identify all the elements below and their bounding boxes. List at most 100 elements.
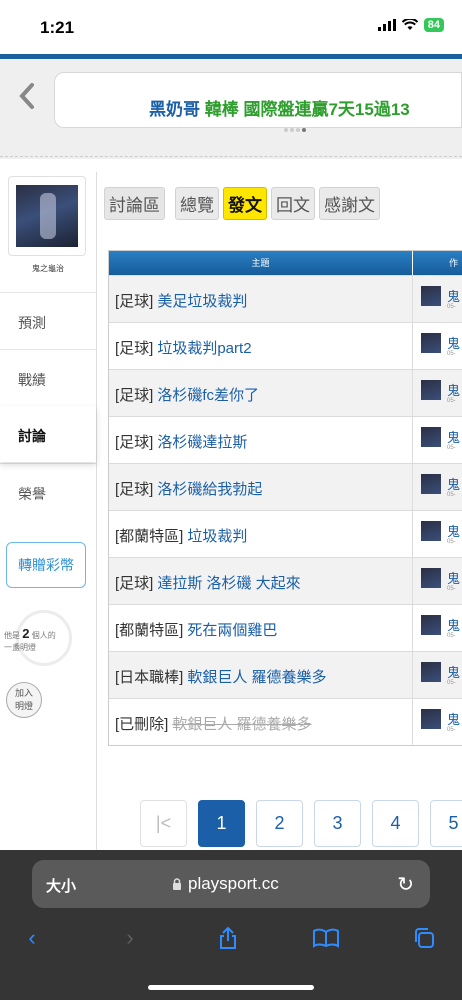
post-subject[interactable]: [足球] 洛杉磯fc差你了 xyxy=(109,370,413,416)
tab-overview[interactable]: 總覽 xyxy=(175,186,219,220)
author-name[interactable]: 鬼 xyxy=(447,474,460,493)
post-author[interactable]: 鬼 05- xyxy=(413,652,462,698)
author-name[interactable]: 鬼 xyxy=(447,521,460,540)
post-title-link[interactable]: 美足垃圾裁判 xyxy=(157,293,247,310)
author-avatar xyxy=(421,568,441,588)
tab-posts[interactable]: 發文 xyxy=(223,186,267,220)
post-title-link[interactable]: 垃圾裁判part2 xyxy=(157,340,251,357)
back-nav-icon[interactable]: ‹ xyxy=(14,920,50,956)
author-name[interactable]: 鬼 xyxy=(447,427,460,446)
post-title-link[interactable]: 洛杉磯達拉斯 xyxy=(157,434,247,451)
avatar[interactable] xyxy=(8,176,86,256)
author-avatar xyxy=(421,709,441,729)
post-author[interactable]: 鬼 05- xyxy=(413,370,462,416)
post-title-link[interactable]: 垃圾裁判 xyxy=(187,528,247,545)
post-subject[interactable]: [足球] 美足垃圾裁判 xyxy=(109,276,413,322)
share-icon[interactable] xyxy=(210,920,246,956)
page-1-button[interactable]: 1 xyxy=(198,800,245,847)
header-author: 作 xyxy=(449,258,459,268)
post-author[interactable]: 鬼 05- xyxy=(413,464,462,510)
table-row[interactable]: [已刪除] 軟銀巨人 羅德養樂多鬼 05- xyxy=(109,698,462,745)
post-title-link[interactable]: 達拉斯 洛杉磯 大起來 xyxy=(157,575,300,592)
header-subject: 主題 xyxy=(109,251,413,275)
first-page-button[interactable]: |< xyxy=(140,800,187,847)
post-date: 05- xyxy=(447,351,456,357)
post-author[interactable]: 鬼 05- xyxy=(413,276,462,322)
sidebar-item-predict[interactable]: 預測 xyxy=(0,292,96,348)
post-author[interactable]: 鬼 05- xyxy=(413,417,462,463)
url-display[interactable]: playsport.cc xyxy=(172,874,279,894)
post-category: [都蘭特區] xyxy=(115,528,184,545)
post-subject[interactable]: [足球] 垃圾裁判part2 xyxy=(109,323,413,369)
page-2-button[interactable]: 2 xyxy=(256,800,303,847)
post-subject[interactable]: [足球] 達拉斯 洛杉磯 大起來 xyxy=(109,558,413,604)
table-row[interactable]: [足球] 洛杉磯給我勃起鬼 05- xyxy=(109,463,462,510)
bookmarks-icon[interactable] xyxy=(308,920,344,956)
post-title-link[interactable]: 軟銀巨人 羅德養樂多 xyxy=(187,669,326,686)
post-date: 05- xyxy=(447,727,456,733)
author-name[interactable]: 鬼 xyxy=(447,333,460,352)
post-author[interactable]: 鬼 05- xyxy=(413,323,462,369)
author-name[interactable]: 鬼 xyxy=(447,709,460,728)
join-bulb-button[interactable]: 加入 明燈 xyxy=(6,682,42,718)
post-author[interactable]: 鬼 05- xyxy=(413,699,462,745)
post-date: 05- xyxy=(447,633,456,639)
gift-coins-button[interactable]: 轉贈彩幣 xyxy=(6,542,86,588)
tab-forum[interactable]: 討論區 xyxy=(104,186,165,220)
carousel-dots xyxy=(284,128,306,132)
author-avatar xyxy=(421,286,441,306)
post-subject[interactable]: [都蘭特區] 垃圾裁判 xyxy=(109,511,413,557)
post-title-link[interactable]: 死在兩個雞巴 xyxy=(187,622,277,639)
table-row[interactable]: [足球] 洛杉磯fc差你了鬼 05- xyxy=(109,369,462,416)
author-name[interactable]: 鬼 xyxy=(447,568,460,587)
headline-record: 韓棒 國際盤連贏7天15過13 xyxy=(204,100,410,119)
author-name[interactable]: 鬼 xyxy=(447,662,460,681)
table-row[interactable]: [都蘭特區] 垃圾裁判鬼 05- xyxy=(109,510,462,557)
author-name[interactable]: 鬼 xyxy=(447,615,460,634)
sidebar-item-honor[interactable]: 榮譽 xyxy=(0,463,96,519)
post-author[interactable]: 鬼 05- xyxy=(413,605,462,651)
post-title-link[interactable]: 洛杉磯給我勃起 xyxy=(157,481,262,498)
back-button[interactable] xyxy=(10,76,44,116)
post-date: 05- xyxy=(447,586,456,592)
post-subject[interactable]: [足球] 洛杉磯達拉斯 xyxy=(109,417,413,463)
table-row[interactable]: [足球] 垃圾裁判part2 鬼 05- xyxy=(109,322,462,369)
tab-thanks[interactable]: 感謝文 xyxy=(319,186,380,220)
author-name[interactable]: 鬼 xyxy=(447,380,460,399)
posts-table: 主題 作 [足球] 美足垃圾裁判鬼 05- [足球] 垃圾裁判part2 鬼 05- [足球]… xyxy=(108,250,462,746)
post-date: 05- xyxy=(447,398,456,404)
post-author[interactable]: 鬼 05- xyxy=(413,511,462,557)
post-date: 05- xyxy=(447,492,456,498)
post-title-link[interactable]: 洛杉磯fc差你了 xyxy=(157,387,259,404)
reload-icon[interactable]: ↻ xyxy=(397,872,414,897)
headline-marquee[interactable]: 黑奶哥 韓棒 國際盤連贏7天15過13 xyxy=(54,72,462,128)
table-row[interactable]: [日本職棒] 軟銀巨人 羅德養樂多鬼 05- xyxy=(109,651,462,698)
sidebar-item-discussion[interactable]: 討論 xyxy=(0,406,96,462)
author-name[interactable]: 鬼 xyxy=(447,286,460,305)
page-5-button[interactable]: 5 xyxy=(430,800,462,847)
tab-replies[interactable]: 回文 xyxy=(271,186,315,220)
post-category: [已刪除] xyxy=(115,716,169,733)
battery-icon: 84 xyxy=(423,18,444,32)
address-bar[interactable]: 大小 playsport.cc ↻ xyxy=(32,860,430,908)
table-row[interactable]: [都蘭特區] 死在兩個雞巴鬼 05- xyxy=(109,604,462,651)
post-subject[interactable]: [日本職棒] 軟銀巨人 羅德養樂多 xyxy=(109,652,413,698)
post-author[interactable]: 鬼 05- xyxy=(413,558,462,604)
bulb-stat: 他是 2 個人的 一盞明燈 xyxy=(4,610,94,690)
page-4-button[interactable]: 4 xyxy=(372,800,419,847)
page-3-button[interactable]: 3 xyxy=(314,800,361,847)
post-title-link[interactable]: 軟銀巨人 羅德養樂多 xyxy=(172,716,311,733)
table-row[interactable]: [足球] 美足垃圾裁判鬼 05- xyxy=(109,275,462,322)
table-row[interactable]: [足球] 洛杉磯達拉斯鬼 05- xyxy=(109,416,462,463)
post-subject[interactable]: [已刪除] 軟銀巨人 羅德養樂多 xyxy=(109,699,413,745)
forward-nav-icon[interactable]: › xyxy=(112,920,148,956)
table-row[interactable]: [足球] 達拉斯 洛杉磯 大起來鬼 05- xyxy=(109,557,462,604)
home-indicator xyxy=(148,985,314,990)
post-subject[interactable]: [都蘭特區] 死在兩個雞巴 xyxy=(109,605,413,651)
tabs-icon[interactable] xyxy=(406,920,442,956)
sidebar-item-record[interactable]: 戰績 xyxy=(0,349,96,405)
text-size-button[interactable]: 大小 xyxy=(46,875,76,896)
post-subject[interactable]: [足球] 洛杉磯給我勃起 xyxy=(109,464,413,510)
status-icons: 84 xyxy=(377,18,444,32)
avatar-image xyxy=(16,185,78,247)
